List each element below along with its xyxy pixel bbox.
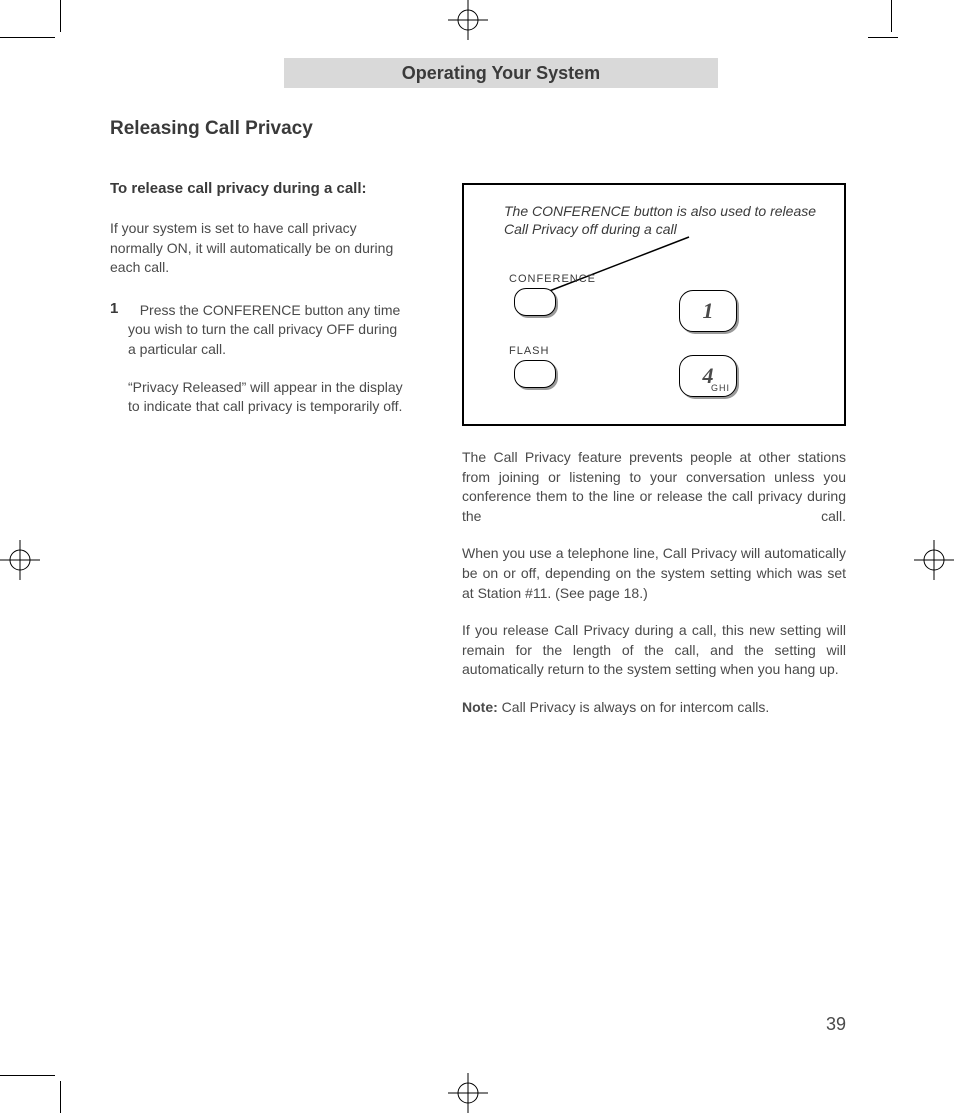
- conference-button-icon: [514, 288, 556, 316]
- note-text: Call Privacy is always on for intercom c…: [498, 699, 770, 715]
- step-number: 1: [110, 300, 118, 317]
- keypad-1-label: 1: [703, 298, 714, 324]
- conference-label: CONFERENCE: [509, 273, 596, 285]
- keypad-4-sublabel: GHI: [711, 383, 730, 393]
- page-number: 39: [826, 1014, 846, 1035]
- registration-mark-icon: [0, 540, 40, 580]
- flash-label: FLASH: [509, 345, 549, 357]
- step-text: Press the CONFERENCE button any time you…: [128, 302, 400, 357]
- crop-mark: [891, 0, 892, 32]
- section-title: Operating Your System: [402, 63, 600, 84]
- intro-paragraph: If your system is set to have call priva…: [110, 219, 403, 278]
- crop-mark: [60, 0, 61, 32]
- registration-mark-icon: [448, 0, 488, 40]
- note-label: Note:: [462, 699, 498, 715]
- page-title: Releasing Call Privacy: [110, 118, 313, 140]
- crop-mark: [868, 37, 898, 38]
- keypad-1-icon: 1: [679, 290, 737, 332]
- manual-page: Operating Your System Releasing Call Pri…: [0, 0, 954, 1113]
- keypad-4-icon: 4 GHI: [679, 355, 737, 397]
- paragraph-3: If you release Call Privacy during a cal…: [462, 621, 846, 680]
- crop-mark: [0, 37, 55, 38]
- left-column: To release call privacy during a call: I…: [110, 178, 403, 417]
- subheading: To release call privacy during a call:: [110, 178, 403, 199]
- registration-mark-icon: [914, 540, 954, 580]
- step-followup: “Privacy Released” will appear in the di…: [110, 378, 403, 417]
- note-paragraph: Note: Call Privacy is always on for inte…: [462, 698, 846, 718]
- paragraph-2: When you use a telephone line, Call Priv…: [462, 544, 846, 603]
- right-column: The Call Privacy feature prevents people…: [462, 448, 846, 736]
- flash-button-icon: [514, 360, 556, 388]
- crop-mark: [60, 1081, 61, 1113]
- section-header: Operating Your System: [284, 58, 718, 88]
- paragraph-1: The Call Privacy feature prevents people…: [462, 448, 846, 526]
- crop-mark: [0, 1075, 55, 1076]
- step-1: 1 1 Press the CONFERENCE button any time…: [110, 298, 403, 417]
- button-diagram: The CONFERENCE button is also used to re…: [462, 183, 846, 426]
- registration-mark-icon: [448, 1073, 488, 1113]
- step-text-firstline: [122, 300, 126, 316]
